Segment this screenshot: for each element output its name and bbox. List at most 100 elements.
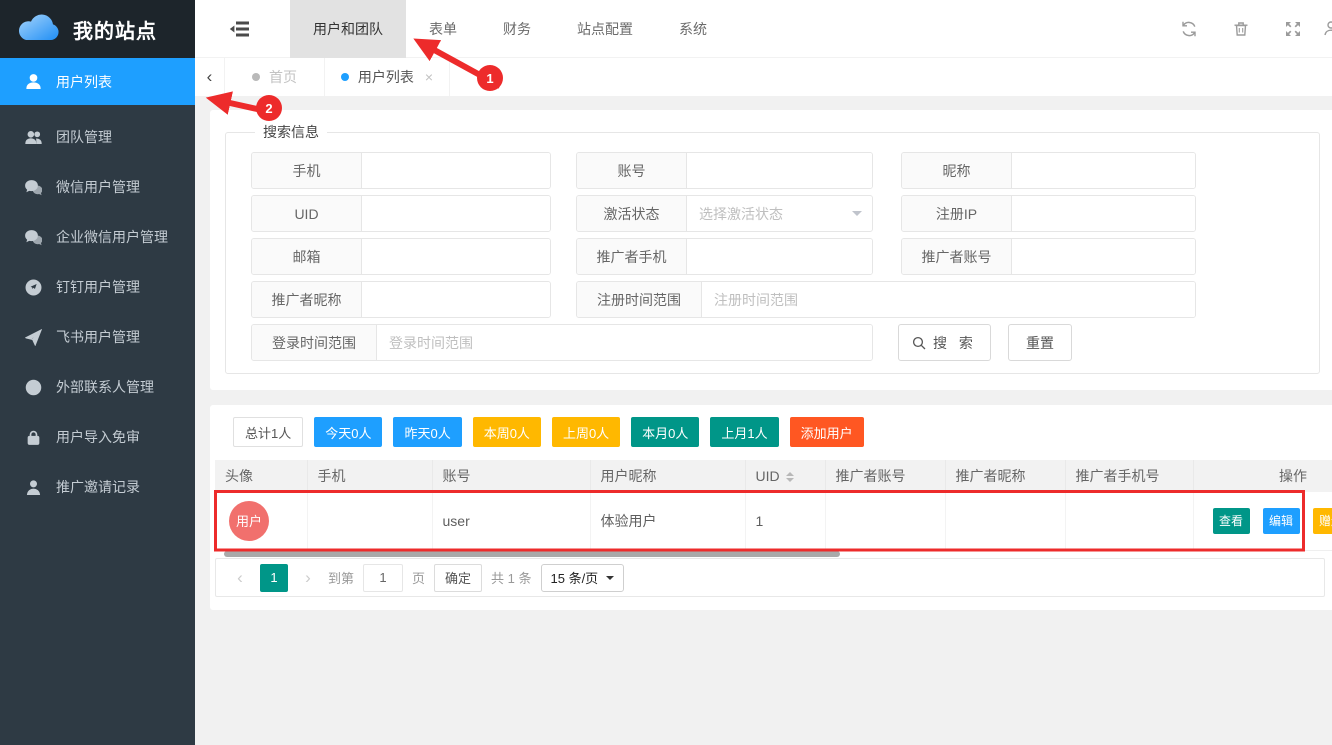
nav-tab-users-teams[interactable]: 用户和团队 — [290, 0, 406, 58]
sidebar-item-feishu-users[interactable]: 飞书用户管理 — [0, 312, 195, 362]
paper-plane-icon — [24, 328, 42, 346]
sidebar: 我的站点 用户列表 团队管理 微信用户管理 企业微信用户管理 — [0, 0, 195, 745]
promoter-phone-input[interactable] — [687, 239, 872, 274]
main-content: 搜索信息 手机 账号 昵称 — [195, 96, 1332, 745]
sidebar-item-user-import[interactable]: 用户导入免审 — [0, 412, 195, 462]
trash-icon[interactable] — [1232, 20, 1250, 38]
cell-account: user — [432, 492, 590, 550]
nav-tab-site-config[interactable]: 站点配置 — [554, 0, 656, 58]
page-number-button[interactable]: 1 — [260, 564, 288, 592]
activation-select[interactable]: 选择激活状态 — [687, 196, 842, 231]
col-promoter-phone: 推广者手机号 — [1065, 460, 1193, 492]
sidebar-item-dingtalk-users[interactable]: 钉钉用户管理 — [0, 262, 195, 312]
phone-field-group: 手机 — [251, 152, 551, 189]
goto-page-input[interactable] — [363, 564, 403, 592]
tab-close-icon[interactable]: × — [425, 69, 433, 85]
col-nickname: 用户昵称 — [590, 460, 745, 492]
promoter-phone-field-group: 推广者手机 — [576, 238, 873, 275]
sidebar-item-external-contacts[interactable]: 外部联系人管理 — [0, 362, 195, 412]
search-button[interactable]: 搜 索 — [898, 324, 991, 361]
col-promoter-account: 推广者账号 — [825, 460, 945, 492]
clipped-edge-icon[interactable] — [1322, 20, 1332, 38]
promoter-account-input[interactable] — [1012, 239, 1195, 274]
add-user-button[interactable]: 添加用户 — [790, 417, 864, 447]
uid-input[interactable] — [362, 196, 550, 231]
page-size-select[interactable]: 15 条/页 — [541, 564, 625, 592]
sidebar-item-label: 用户列表 — [56, 72, 112, 92]
page-tab-home[interactable]: 首页 — [225, 58, 325, 96]
table-row: 用户 user 体验用户 1 查看 编辑 — [215, 492, 1332, 550]
collapse-menu-icon[interactable] — [227, 17, 253, 41]
nickname-field-group: 昵称 — [901, 152, 1196, 189]
login-time-range-input[interactable] — [377, 325, 872, 360]
wechat-work-icon — [24, 228, 42, 246]
sort-icon[interactable] — [786, 472, 794, 482]
nickname-input[interactable] — [1012, 153, 1195, 188]
horizontal-scrollbar[interactable] — [224, 551, 840, 557]
sidebar-item-label: 微信用户管理 — [56, 177, 140, 197]
page-tab-bar: ‹ 首页 用户列表 × — [195, 58, 1332, 96]
next-page-icon[interactable]: › — [297, 568, 319, 588]
table-header-row: 头像 手机 账号 用户昵称 UID 推广者账号 推广者昵称 推广者手机号 操作 — [215, 460, 1332, 492]
reg-time-range-input[interactable] — [702, 282, 1195, 317]
cell-phone — [307, 492, 432, 550]
search-legend: 搜索信息 — [255, 122, 327, 142]
last-week-count-button[interactable]: 上周0人 — [552, 417, 620, 447]
tabs-scroll-left-icon[interactable]: ‹ — [195, 58, 225, 96]
user-table: 头像 手机 账号 用户昵称 UID 推广者账号 推广者昵称 推广者手机号 操作 — [215, 460, 1332, 551]
search-icon — [912, 336, 926, 350]
email-input[interactable] — [362, 239, 550, 274]
chevron-down-icon — [842, 196, 872, 231]
chevron-down-icon — [606, 576, 614, 584]
sidebar-item-label: 企业微信用户管理 — [56, 227, 168, 247]
page-tab-user-list[interactable]: 用户列表 × — [325, 58, 450, 96]
prev-page-icon[interactable]: ‹ — [229, 568, 251, 588]
activation-select-group: 激活状态 选择激活状态 — [576, 195, 873, 232]
user-table-card: 总计1人 今天0人 昨天0人 本周0人 上周0人 本月0人 上月1人 添加用户 — [210, 405, 1332, 610]
admin-page: 我的站点 用户列表 团队管理 微信用户管理 企业微信用户管理 — [0, 0, 1332, 745]
nav-tab-system[interactable]: 系统 — [656, 0, 730, 58]
login-time-field-group: 登录时间范围 — [251, 324, 873, 361]
total-count-button[interactable]: 总计1人 — [233, 417, 303, 447]
account-input[interactable] — [687, 153, 872, 188]
promoter-nickname-input[interactable] — [362, 282, 550, 317]
yesterday-count-button[interactable]: 昨天0人 — [393, 417, 461, 447]
this-week-count-button[interactable]: 本周0人 — [473, 417, 541, 447]
edit-button[interactable]: 编辑 — [1263, 508, 1300, 534]
contact-circle-icon — [24, 378, 42, 396]
stats-button-row: 总计1人 今天0人 昨天0人 本周0人 上周0人 本月0人 上月1人 添加用户 — [233, 417, 864, 447]
goto-label: 到第 — [328, 568, 354, 587]
sidebar-item-label: 飞书用户管理 — [56, 327, 140, 347]
nav-tab-forms[interactable]: 表单 — [406, 0, 480, 58]
cell-nickname: 体验用户 — [590, 492, 745, 550]
col-avatar: 头像 — [215, 460, 307, 492]
search-fieldset: 搜索信息 手机 账号 昵称 — [225, 122, 1320, 374]
tab-dot-icon — [341, 73, 349, 81]
confirm-page-button[interactable]: 确定 — [434, 564, 482, 592]
regip-field-group: 注册IP — [901, 195, 1196, 232]
view-button[interactable]: 查看 — [1213, 508, 1250, 534]
nav-tab-finance[interactable]: 财务 — [480, 0, 554, 58]
cell-promoter-phone — [1065, 492, 1193, 550]
reset-button[interactable]: 重置 — [1008, 324, 1072, 361]
sidebar-item-user-list[interactable]: 用户列表 — [0, 58, 195, 105]
last-month-count-button[interactable]: 上月1人 — [710, 417, 778, 447]
cell-promoter-account — [825, 492, 945, 550]
sidebar-item-wechat-users[interactable]: 微信用户管理 — [0, 162, 195, 212]
tab-dot-icon — [252, 73, 260, 81]
sidebar-item-team-manage[interactable]: 团队管理 — [0, 112, 195, 162]
reg-ip-input[interactable] — [1012, 196, 1195, 231]
promoter-nickname-field-group: 推广者昵称 — [251, 281, 551, 318]
sidebar-item-wecom-users[interactable]: 企业微信用户管理 — [0, 212, 195, 262]
col-promoter-nickname: 推广者昵称 — [945, 460, 1065, 492]
this-month-count-button[interactable]: 本月0人 — [631, 417, 699, 447]
refresh-icon[interactable] — [1180, 20, 1198, 38]
gift-button[interactable]: 赠送 — [1313, 508, 1332, 534]
today-count-button[interactable]: 今天0人 — [314, 417, 382, 447]
email-field-group: 邮箱 — [251, 238, 551, 275]
phone-input[interactable] — [362, 153, 550, 188]
sidebar-item-invite-records[interactable]: 推广邀请记录 — [0, 462, 195, 512]
fullscreen-icon[interactable] — [1284, 20, 1302, 38]
total-records-label: 共 1 条 — [491, 568, 531, 587]
dingtalk-icon — [24, 278, 42, 296]
